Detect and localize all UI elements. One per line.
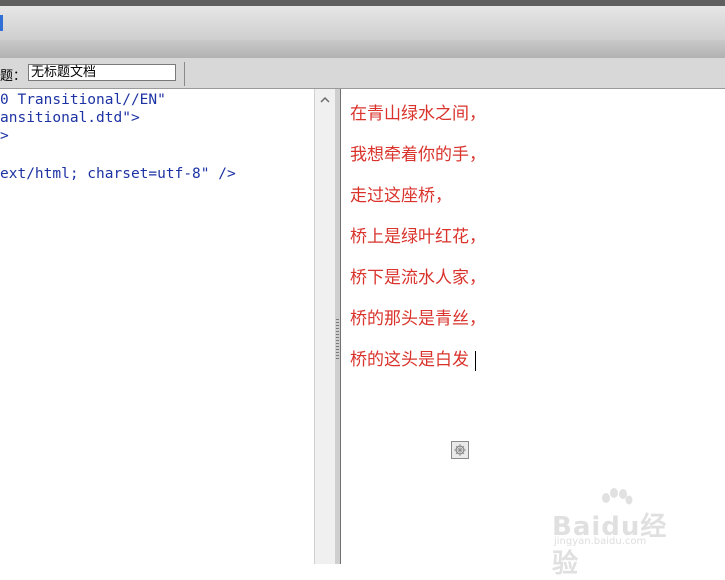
watermark-url: jingyan.baidu.com bbox=[554, 536, 647, 547]
text-cursor bbox=[475, 350, 476, 371]
title-bar: 题： 无标题文档 bbox=[0, 58, 725, 89]
poem-line: 桥的那头是青丝， bbox=[350, 309, 486, 329]
scroll-up-arrow-icon[interactable] bbox=[318, 93, 332, 107]
image-placeholder-glyph-icon bbox=[454, 444, 466, 456]
title-separator bbox=[184, 62, 185, 86]
document-toolbar bbox=[0, 6, 725, 41]
poem-line-text: 桥的这头是白发 bbox=[350, 350, 469, 370]
poem-line: 我想牵着你的手， bbox=[350, 145, 486, 165]
grip-dots bbox=[336, 319, 339, 359]
code-scrollbar[interactable] bbox=[314, 89, 336, 564]
broken-image-icon[interactable] bbox=[451, 441, 469, 459]
code-line: > bbox=[0, 128, 9, 144]
code-line: ansitional.dtd"> bbox=[0, 110, 140, 126]
baidu-watermark: Baidu经验 jingyan.baidu.com bbox=[552, 488, 692, 579]
poem-line: 走过这座桥， bbox=[350, 186, 452, 206]
code-line: 0 Transitional//EN" bbox=[0, 92, 166, 108]
title-label: 题： bbox=[0, 69, 27, 84]
poem-line: 在青山绿水之间， bbox=[350, 104, 486, 124]
poem-line-last: 桥的这头是白发 bbox=[350, 345, 476, 371]
poem-line: 桥下是流水人家， bbox=[350, 268, 486, 288]
poem-line: 桥上是绿叶红花， bbox=[350, 227, 486, 247]
toolbar-divider bbox=[0, 40, 725, 59]
document-title-field[interactable]: 无标题文档 bbox=[28, 64, 176, 81]
code-view[interactable]: 0 Transitional//EN" ansitional.dtd"> > e… bbox=[0, 89, 314, 564]
toolbar-accent bbox=[0, 15, 3, 31]
code-line: ext/html; charset=utf-8" /> bbox=[0, 166, 236, 182]
